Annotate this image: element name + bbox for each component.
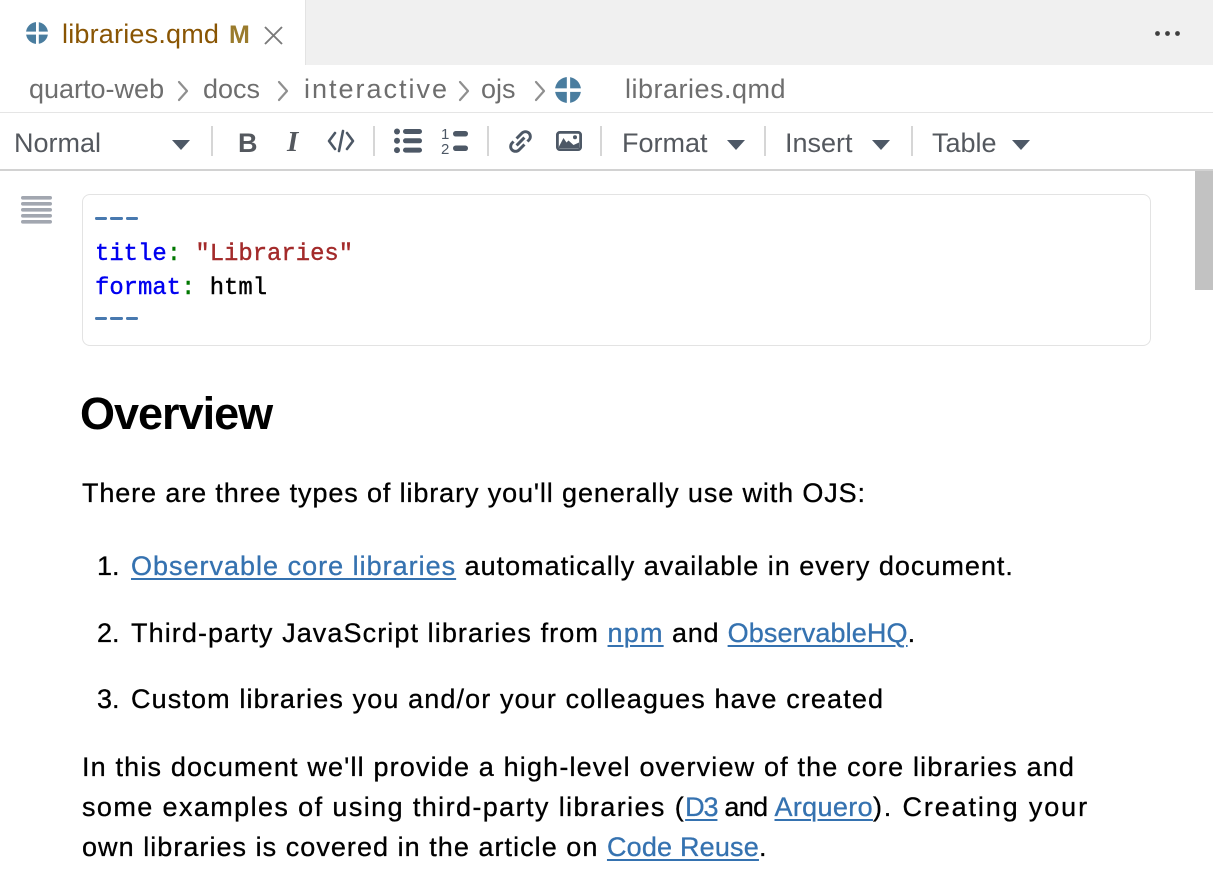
svg-text:2: 2 [441,141,449,155]
